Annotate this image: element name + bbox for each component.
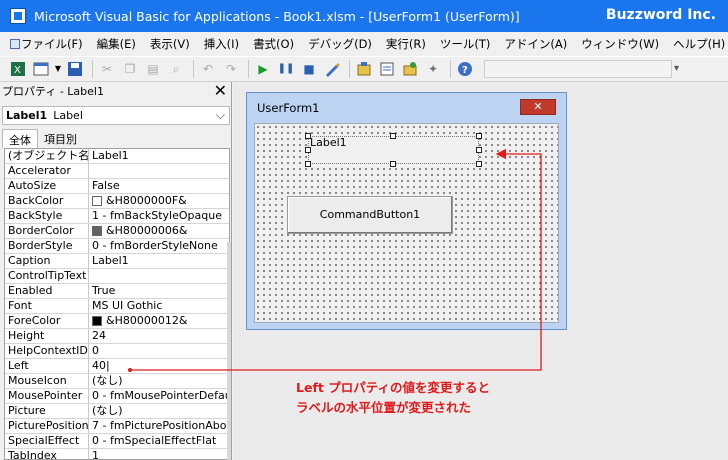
annotation-line-1: Left プロパティの値を変更すると [296,380,490,395]
annotation-line-2: ラベルの水平位置が変更された [296,400,472,415]
annotation-text: Left プロパティの値を変更すると ラベルの水平位置が変更された [296,378,490,418]
